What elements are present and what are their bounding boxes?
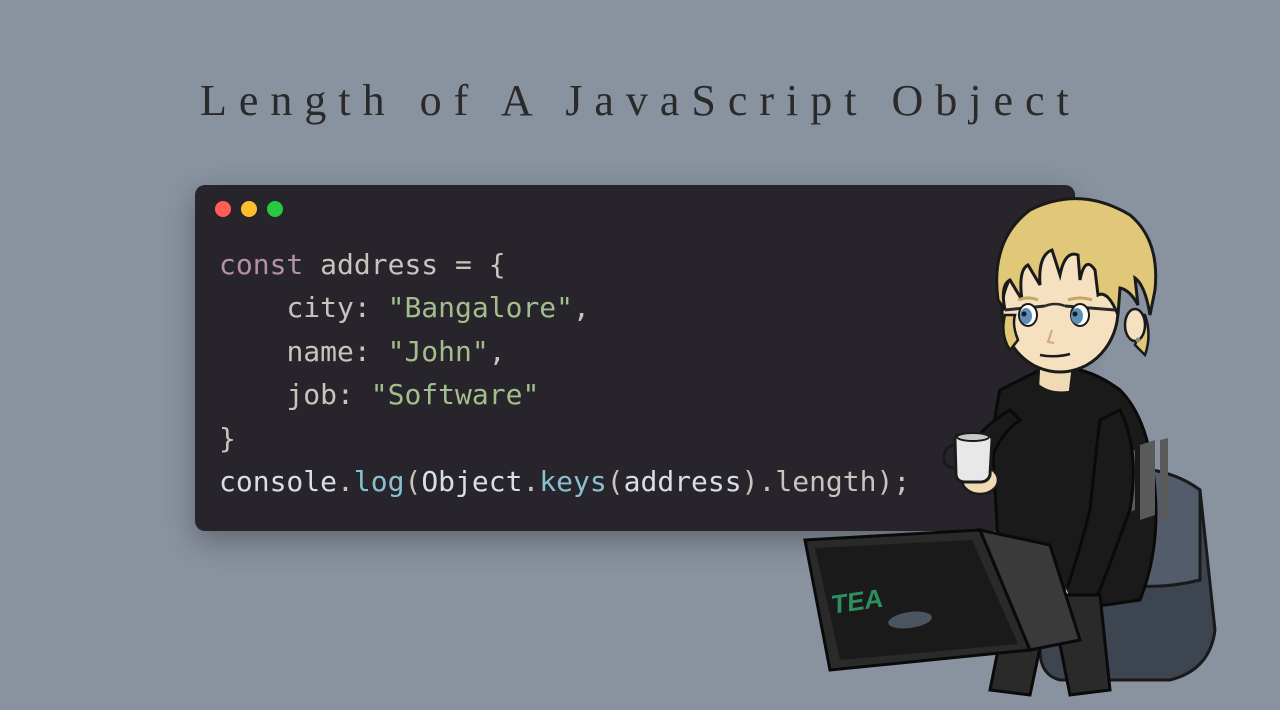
operator: = { (455, 248, 506, 281)
arg-address: address (624, 465, 742, 498)
object-obj: Object (421, 465, 522, 498)
log-method: log (354, 465, 405, 498)
string-john: "John" (388, 335, 489, 368)
string-software: "Software" (371, 378, 540, 411)
character-illustration: TEA (740, 150, 1280, 710)
string-bangalore: "Bangalore" (388, 291, 573, 324)
page-title: Length of A JavaScript Object (200, 75, 1081, 126)
maximize-icon (267, 201, 283, 217)
keys-method: keys (539, 465, 606, 498)
console-obj: console (219, 465, 337, 498)
prop-name: name (286, 335, 353, 368)
prop-job: job (286, 378, 337, 411)
prop-city: city (286, 291, 353, 324)
minimize-icon (241, 201, 257, 217)
keyword-const: const (219, 248, 303, 281)
identifier-address: address (320, 248, 438, 281)
brace-close: } (219, 422, 236, 455)
close-icon (215, 201, 231, 217)
